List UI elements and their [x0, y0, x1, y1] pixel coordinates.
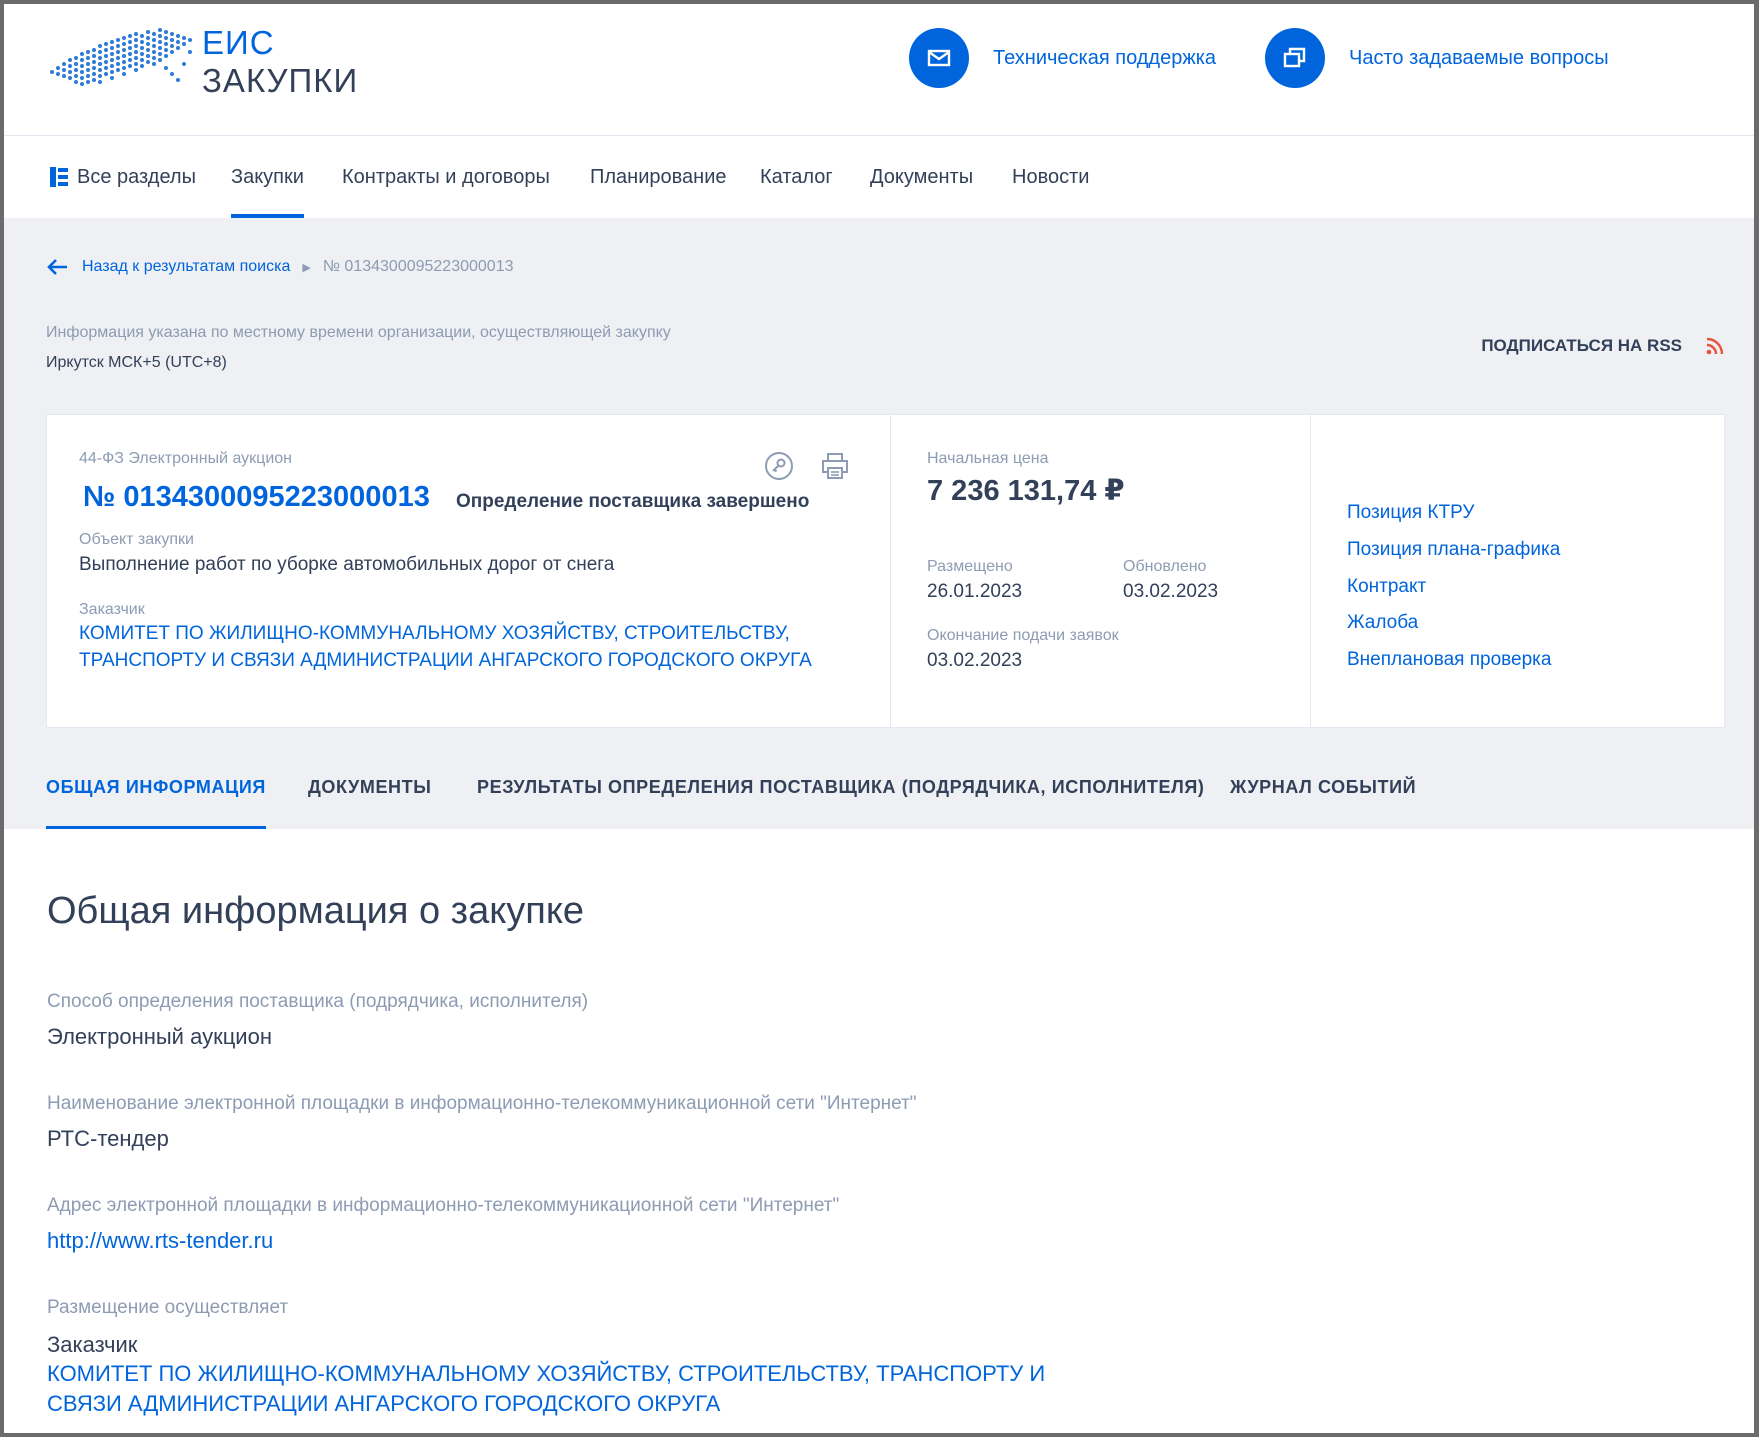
platform-name-label: Наименование электронной площадки в инфо…	[47, 1093, 917, 1114]
updated-value: 03.02.2023	[1123, 581, 1219, 602]
breadcrumb-chevron-icon: ▶	[302, 261, 311, 274]
platform-name-value: РТС-тендер	[47, 1126, 169, 1151]
nav-documents[interactable]: Документы	[870, 136, 973, 218]
nav-catalog[interactable]: Каталог	[760, 136, 833, 218]
price-value: 7 236 131,74 ₽	[927, 475, 1125, 507]
nav-planning[interactable]: Планирование	[590, 136, 727, 218]
customer-link-line1[interactable]: КОМИТЕТ ПО ЖИЛИЩНО-КОММУНАЛЬНОМУ ХОЗЯЙСТ…	[79, 623, 790, 645]
registry-number[interactable]: № 0134300095223000013	[83, 481, 430, 514]
posted-label: Размещено	[927, 558, 1013, 575]
breadcrumb: Назад к результатам поиска ▶ № 013430009…	[46, 258, 514, 276]
card-links-column: Позиция КТРУ Позиция плана-графика Контр…	[1310, 415, 1726, 727]
timezone-value: Иркутск МСК+5 (UTC+8)	[46, 354, 227, 371]
rss-label: ПОДПИСАТЬСЯ НА RSS	[1481, 336, 1682, 355]
arrow-left-icon[interactable]	[46, 258, 68, 276]
status-text: Определение поставщика завершено	[456, 491, 810, 512]
timezone-note: Информация указана по местному времени о…	[46, 324, 671, 341]
platform-url-label: Адрес электронной площадки в информацион…	[47, 1195, 840, 1216]
card-main-column: 44-ФЗ Электронный аукцион № 013430009522…	[47, 415, 890, 727]
logo-line2: ЗАКУПКИ	[202, 62, 359, 99]
object-value: Выполнение работ по уборке автомобильных…	[79, 554, 615, 575]
customer-link-line2[interactable]: ТРАНСПОРТУ И СВЯЗИ АДМИНИСТРАЦИИ АНГАРСК…	[79, 650, 812, 672]
link-plan-schedule-position[interactable]: Позиция плана-графика	[1347, 539, 1560, 561]
link-ktru-position[interactable]: Позиция КТРУ	[1347, 502, 1474, 524]
envelope-icon	[909, 28, 969, 88]
nav-all-sections[interactable]: Все разделы	[49, 136, 196, 218]
deadline-label: Окончание подачи заявок	[927, 627, 1119, 644]
tab-general-info[interactable]: ОБЩАЯ ИНФОРМАЦИЯ	[46, 773, 266, 829]
deadline-value: 03.02.2023	[927, 650, 1023, 671]
nav-purchases[interactable]: Закупки	[231, 136, 304, 218]
site-header: ЕИС ЗАКУПКИ Техническая поддержка Часто …	[4, 4, 1754, 136]
object-label: Объект закупки	[79, 531, 194, 548]
logo-line1: ЕИС	[202, 24, 275, 61]
faq-link[interactable]: Часто задаваемые вопросы	[1265, 28, 1609, 88]
breadcrumb-current: № 0134300095223000013	[322, 258, 514, 275]
nav-contracts[interactable]: Контракты и договоры	[342, 136, 550, 218]
signature-key-icon[interactable]	[764, 451, 794, 486]
platform-url-link[interactable]: http://www.rts-tender.ru	[47, 1228, 273, 1254]
logo[interactable]: ЕИС ЗАКУПКИ	[46, 24, 358, 100]
purchase-summary-area: Назад к результатам поиска ▶ № 013430009…	[4, 218, 1754, 829]
logo-text: ЕИС ЗАКУПКИ	[202, 24, 358, 100]
page-title: Общая информация о закупке	[47, 890, 585, 932]
back-to-results-link[interactable]: Назад к результатам поиска	[82, 258, 290, 276]
print-icon[interactable]	[820, 451, 850, 486]
link-contract[interactable]: Контракт	[1347, 576, 1426, 598]
rss-subscribe-button[interactable]: ПОДПИСАТЬСЯ НА RSS	[1481, 336, 1724, 356]
placer-link-line2[interactable]: СВЯЗИ АДМИНИСТРАЦИИ АНГАРСКОГО ГОРОДСКОГ…	[47, 1391, 720, 1417]
placer-label: Размещение осуществляет	[47, 1297, 289, 1318]
procurement-type: 44-ФЗ Электронный аукцион	[79, 450, 293, 467]
sections-icon	[50, 167, 68, 187]
tab-supplier-results[interactable]: РЕЗУЛЬТАТЫ ОПРЕДЕЛЕНИЯ ПОСТАВЩИКА (ПОДРЯ…	[477, 773, 1204, 829]
faq-icon	[1265, 28, 1325, 88]
support-link-label: Техническая поддержка	[993, 46, 1217, 69]
placer-link-line1[interactable]: КОМИТЕТ ПО ЖИЛИЩНО-КОММУНАЛЬНОМУ ХОЗЯЙСТ…	[47, 1361, 1045, 1387]
placer-role: Заказчик	[47, 1332, 138, 1357]
link-complaint[interactable]: Жалоба	[1347, 612, 1418, 634]
russia-map-icon	[50, 28, 192, 86]
price-label: Начальная цена	[927, 450, 1049, 467]
customer-label: Заказчик	[79, 601, 145, 618]
nav-all-sections-label: Все разделы	[77, 165, 196, 188]
link-unscheduled-inspection[interactable]: Внеплановая проверка	[1347, 649, 1551, 671]
nav-news[interactable]: Новости	[1012, 136, 1089, 218]
tab-documents[interactable]: ДОКУМЕНТЫ	[308, 773, 431, 829]
page-frame: ЕИС ЗАКУПКИ Техническая поддержка Часто …	[4, 4, 1754, 1433]
updated-label: Обновлено	[1123, 558, 1207, 575]
posted-value: 26.01.2023	[927, 581, 1023, 602]
support-link[interactable]: Техническая поддержка	[909, 28, 1216, 88]
rss-icon	[1706, 337, 1724, 355]
method-value: Электронный аукцион	[47, 1024, 272, 1049]
main-nav: Все разделы Закупки Контракты и договоры…	[4, 136, 1754, 218]
method-label: Способ определения поставщика (подрядчик…	[47, 991, 589, 1012]
tab-event-log[interactable]: ЖУРНАЛ СОБЫТИЙ	[1230, 773, 1416, 829]
purchase-card: 44-ФЗ Электронный аукцион № 013430009522…	[46, 414, 1725, 728]
faq-link-label: Часто задаваемые вопросы	[1349, 46, 1609, 69]
purchase-tabs: ОБЩАЯ ИНФОРМАЦИЯ ДОКУМЕНТЫ РЕЗУЛЬТАТЫ ОП…	[4, 773, 1754, 829]
card-price-column: Начальная цена 7 236 131,74 ₽ Размещено …	[890, 415, 1310, 727]
